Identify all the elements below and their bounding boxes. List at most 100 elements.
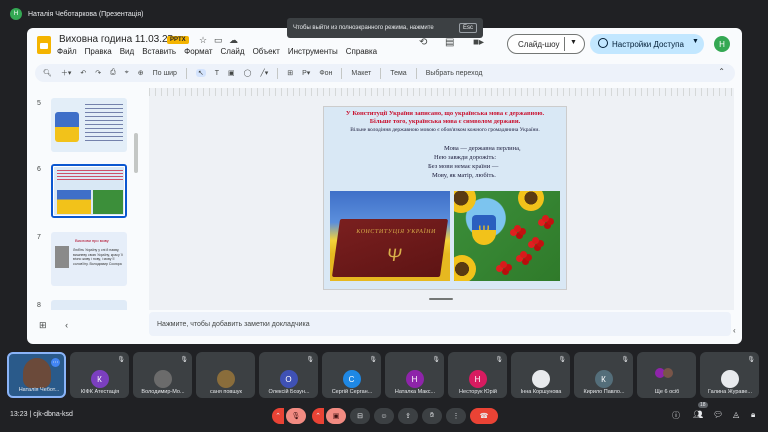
raise-hand-button[interactable]: ✋︎ bbox=[422, 408, 442, 424]
current-slide[interactable]: У Конституції України записано, що украї… bbox=[323, 106, 567, 290]
menu-file[interactable]: Файл bbox=[57, 47, 77, 56]
chevron-down-icon[interactable]: ▼ bbox=[692, 38, 699, 45]
slides-logo[interactable] bbox=[37, 36, 51, 54]
paint-format-icon[interactable]: ⌖ bbox=[125, 69, 129, 77]
text-lines-thumb bbox=[57, 170, 123, 180]
participant-tile[interactable]: 🎙︎ Н Наталка Макс... bbox=[385, 352, 444, 398]
camera-options-button[interactable]: ⌃ bbox=[312, 408, 324, 424]
cloud-icon[interactable]: ☁ bbox=[229, 35, 238, 46]
emoji-button[interactable]: ☺ bbox=[374, 408, 394, 424]
chevron-left-icon[interactable]: ‹ bbox=[733, 326, 736, 335]
activities-icon[interactable]: ◬ bbox=[733, 410, 739, 419]
camera-toggle-button[interactable]: ▣ bbox=[326, 408, 346, 424]
layout-button[interactable]: Макет bbox=[351, 70, 371, 77]
more-options-button[interactable]: ⋮ bbox=[446, 408, 466, 424]
lock-icon[interactable]: 🔒︎ bbox=[751, 410, 755, 420]
menu-bar: Файл Правка Вид Вставить Формат Слайд Об… bbox=[57, 47, 377, 56]
comments-icon[interactable]: ▤ bbox=[445, 37, 454, 48]
mic-options-button[interactable]: ⌃ bbox=[272, 408, 284, 424]
filmstrip-scrollbar[interactable] bbox=[134, 133, 138, 173]
shape-icon[interactable]: ◯ bbox=[244, 69, 252, 77]
background-button[interactable]: Фон bbox=[319, 70, 332, 77]
zoom-select[interactable]: По шир bbox=[153, 70, 177, 77]
sunflower-shape bbox=[518, 191, 544, 211]
meet-camera-icon[interactable]: ■▸ bbox=[473, 37, 484, 48]
print-icon[interactable]: ⎙ bbox=[110, 69, 116, 77]
notes-resize-handle[interactable] bbox=[429, 298, 453, 300]
clock-time: 13:23 bbox=[10, 411, 28, 418]
menu-slide[interactable]: Слайд bbox=[221, 47, 245, 56]
participant-name: Інна Коршунова bbox=[520, 389, 562, 395]
share-button[interactable]: Настройки Доступа ▼ bbox=[590, 34, 704, 54]
participant-tile[interactable]: 🎙︎ О Олексій Бозун... bbox=[259, 352, 318, 398]
participant-tile[interactable]: 🎙︎ Галина Жураве... bbox=[700, 352, 759, 398]
participant-tile[interactable]: 🎙︎ Н Несторук Юрій bbox=[448, 352, 507, 398]
select-cursor-icon[interactable]: ↖ bbox=[195, 69, 206, 77]
pptx-badge: PPTX bbox=[167, 36, 189, 44]
participant-name: Галина Жураве... bbox=[708, 389, 752, 395]
slide-thumbnail-6[interactable] bbox=[51, 164, 127, 218]
chevron-down-icon[interactable]: ▼ bbox=[570, 39, 577, 46]
new-slide-icon[interactable]: ＋▾ bbox=[61, 68, 72, 78]
slide-thumbnail-8[interactable] bbox=[51, 300, 127, 310]
captions-button[interactable]: ⊟ bbox=[350, 408, 370, 424]
more-participants-tile[interactable]: Ще 6 осіб bbox=[637, 352, 696, 398]
line-icon[interactable]: ╱▾ bbox=[261, 69, 269, 77]
redo-icon[interactable]: ↷ bbox=[95, 69, 101, 77]
chevron-up-icon[interactable]: ⌃ bbox=[718, 67, 725, 76]
mic-toggle-button[interactable]: 🎙︎ bbox=[286, 408, 306, 424]
menu-object[interactable]: Объект bbox=[253, 47, 280, 56]
participant-tile[interactable]: 🎙︎ К Кирило Павло... bbox=[574, 352, 633, 398]
user-avatar[interactable]: Н bbox=[714, 36, 730, 52]
move-folder-icon[interactable]: ▭ bbox=[214, 35, 223, 46]
speaker-notes[interactable]: Нажмите, чтобы добавить заметки докладчи… bbox=[149, 312, 731, 336]
text-format-icon[interactable]: P▾ bbox=[302, 69, 310, 77]
thumb-title: Вислови про мову bbox=[75, 238, 109, 243]
participant-tile[interactable]: саня повшук bbox=[196, 352, 255, 398]
menu-help[interactable]: Справка bbox=[346, 47, 377, 56]
fullscreen-toast-text: Чтобы выйти из полноэкранного режима, на… bbox=[293, 25, 434, 31]
people-icon[interactable]: 👥︎ bbox=[693, 410, 703, 419]
thumb-text: Любіть Україну у сні й наяву, вишневу св… bbox=[73, 248, 123, 266]
undo-icon[interactable]: ↶ bbox=[80, 69, 86, 77]
book-shape: КОНСТИТУЦІЯ УКРАЇНИ Ψ bbox=[331, 219, 449, 277]
participant-tile[interactable]: 🎙︎ Інна Коршунова bbox=[511, 352, 570, 398]
comment-icon[interactable]: ⊞ bbox=[287, 69, 293, 77]
mic-off-icon: 🎙︎ bbox=[495, 357, 503, 363]
participant-tile[interactable]: ⋯ Наталія Чебот... bbox=[7, 352, 66, 398]
info-icon[interactable]: ⓘ bbox=[672, 410, 680, 421]
participant-tile[interactable]: 🎙︎ С Сергій Серган... bbox=[322, 352, 381, 398]
mic-off-icon: 🎙︎ bbox=[306, 357, 314, 363]
slideshow-separator bbox=[564, 37, 565, 51]
image-icon[interactable]: ▣ bbox=[228, 69, 235, 77]
menu-edit[interactable]: Правка bbox=[85, 47, 112, 56]
menu-tools[interactable]: Инструменты bbox=[288, 47, 338, 56]
menu-insert[interactable]: Вставить bbox=[142, 47, 176, 56]
grid-view-icon[interactable]: ⊞ bbox=[39, 320, 47, 330]
end-call-button[interactable]: ☎ bbox=[470, 408, 498, 424]
trident-icon: Ψ bbox=[472, 215, 496, 245]
slideshow-button[interactable]: Слайд-шоу ▼ bbox=[507, 34, 585, 54]
text-box-icon[interactable]: T bbox=[215, 70, 219, 77]
transition-button[interactable]: Выбрать переход bbox=[426, 70, 483, 77]
menu-format[interactable]: Формат bbox=[184, 47, 212, 56]
menu-view[interactable]: Вид bbox=[120, 47, 134, 56]
theme-button[interactable]: Тема bbox=[390, 70, 406, 77]
participant-tile[interactable]: 🎙︎ К КІФК Атестація bbox=[70, 352, 129, 398]
slide-thumbnail-5[interactable] bbox=[51, 98, 127, 152]
zoom-icon[interactable]: ⊕ bbox=[138, 69, 144, 77]
star-icon[interactable]: ☆ bbox=[199, 35, 207, 46]
search-menus-icon[interactable]: 🔍︎ bbox=[43, 69, 52, 77]
presenter-label: Наталія Чеботаркова (Презентація) bbox=[28, 10, 144, 18]
chat-icon[interactable]: 💬︎ bbox=[713, 410, 723, 419]
history-icon[interactable]: ⟲ bbox=[419, 37, 427, 48]
slide-thumbnail-7[interactable]: Вислови про мову Любіть Україну у сні й … bbox=[51, 232, 127, 286]
participant-avatar: О bbox=[279, 370, 298, 388]
present-button[interactable]: ⇪ bbox=[398, 408, 418, 424]
slide-number: 8 bbox=[37, 302, 41, 309]
slide-poem: Мова — державна перлина, Нею завжди доро… bbox=[422, 144, 521, 180]
collapse-panel-icon[interactable]: ‹ bbox=[65, 320, 68, 330]
toolbar-divider bbox=[341, 67, 343, 79]
doc-title[interactable]: Виховна година 11.03.25 bbox=[59, 34, 173, 45]
participant-tile[interactable]: 🎙︎ Володимир-Мо... bbox=[133, 352, 192, 398]
